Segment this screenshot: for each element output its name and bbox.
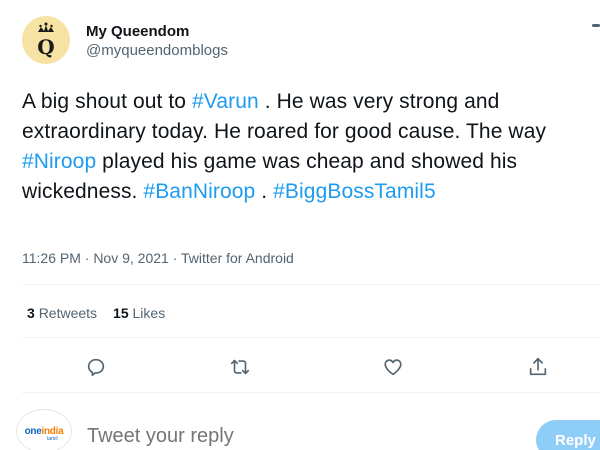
tweet-header: Q My Queendom @myqueendomblogs <box>22 16 228 64</box>
oneindia-logo: oneindia <box>25 426 64 437</box>
like-icon <box>384 359 402 376</box>
likes-stat[interactable]: 15 Likes <box>113 305 165 321</box>
divider <box>22 392 600 393</box>
tweet-text-segment: . <box>255 180 274 203</box>
tweet-text-segment: A big shout out to <box>22 90 193 113</box>
hashtag-link[interactable]: #Niroop <box>22 150 96 173</box>
hashtag-link[interactable]: #BiggBossTamil5 <box>273 180 436 203</box>
more-options-icon[interactable] <box>592 24 600 27</box>
hashtag-link[interactable]: #BanNiroop <box>143 180 255 203</box>
like-button[interactable] <box>375 349 411 385</box>
reply-composer: oneindia tamil Reply <box>0 405 600 450</box>
retweet-icon <box>230 359 250 375</box>
avatar[interactable]: Q <box>22 16 70 64</box>
likes-count: 15 <box>113 305 129 321</box>
reply-submit-button[interactable]: Reply <box>536 420 600 450</box>
retweets-stat[interactable]: 3 Retweets <box>27 305 97 321</box>
reply-input[interactable] <box>87 425 487 448</box>
retweets-count: 3 <box>27 305 35 321</box>
retweet-button[interactable] <box>222 349 258 385</box>
reply-icon <box>87 358 105 377</box>
logo-subtext: tamil <box>47 436 58 442</box>
tweet-timestamp[interactable]: 11:26 PM · Nov 9, 2021 · Twitter for And… <box>22 249 294 267</box>
action-bar <box>22 349 600 385</box>
likes-label: Likes <box>132 305 166 321</box>
engagement-stats: 3 Retweets 15 Likes <box>27 305 181 321</box>
author-handle[interactable]: @myqueendomblogs <box>86 41 228 61</box>
avatar-letter: Q <box>37 35 54 59</box>
share-icon <box>529 357 547 376</box>
divider <box>22 337 600 338</box>
queen-crown-icon: Q <box>37 22 55 59</box>
hashtag-link[interactable]: #Varun <box>192 90 259 113</box>
share-button[interactable] <box>520 349 556 385</box>
reply-button[interactable] <box>78 349 114 385</box>
retweets-label: Retweets <box>38 305 98 321</box>
tweet-text: A big shout out to #Varun . He was very … <box>22 87 592 207</box>
author-name[interactable]: My Queendom <box>86 23 228 41</box>
logo-text-india: india <box>41 425 64 437</box>
author-block: My Queendom @myqueendomblogs <box>86 23 228 61</box>
tweet-card: Q My Queendom @myqueendomblogs A big sho… <box>0 0 600 450</box>
divider <box>22 284 600 285</box>
logo-text-one: one <box>24 425 42 437</box>
user-avatar[interactable]: oneindia tamil <box>16 409 72 450</box>
